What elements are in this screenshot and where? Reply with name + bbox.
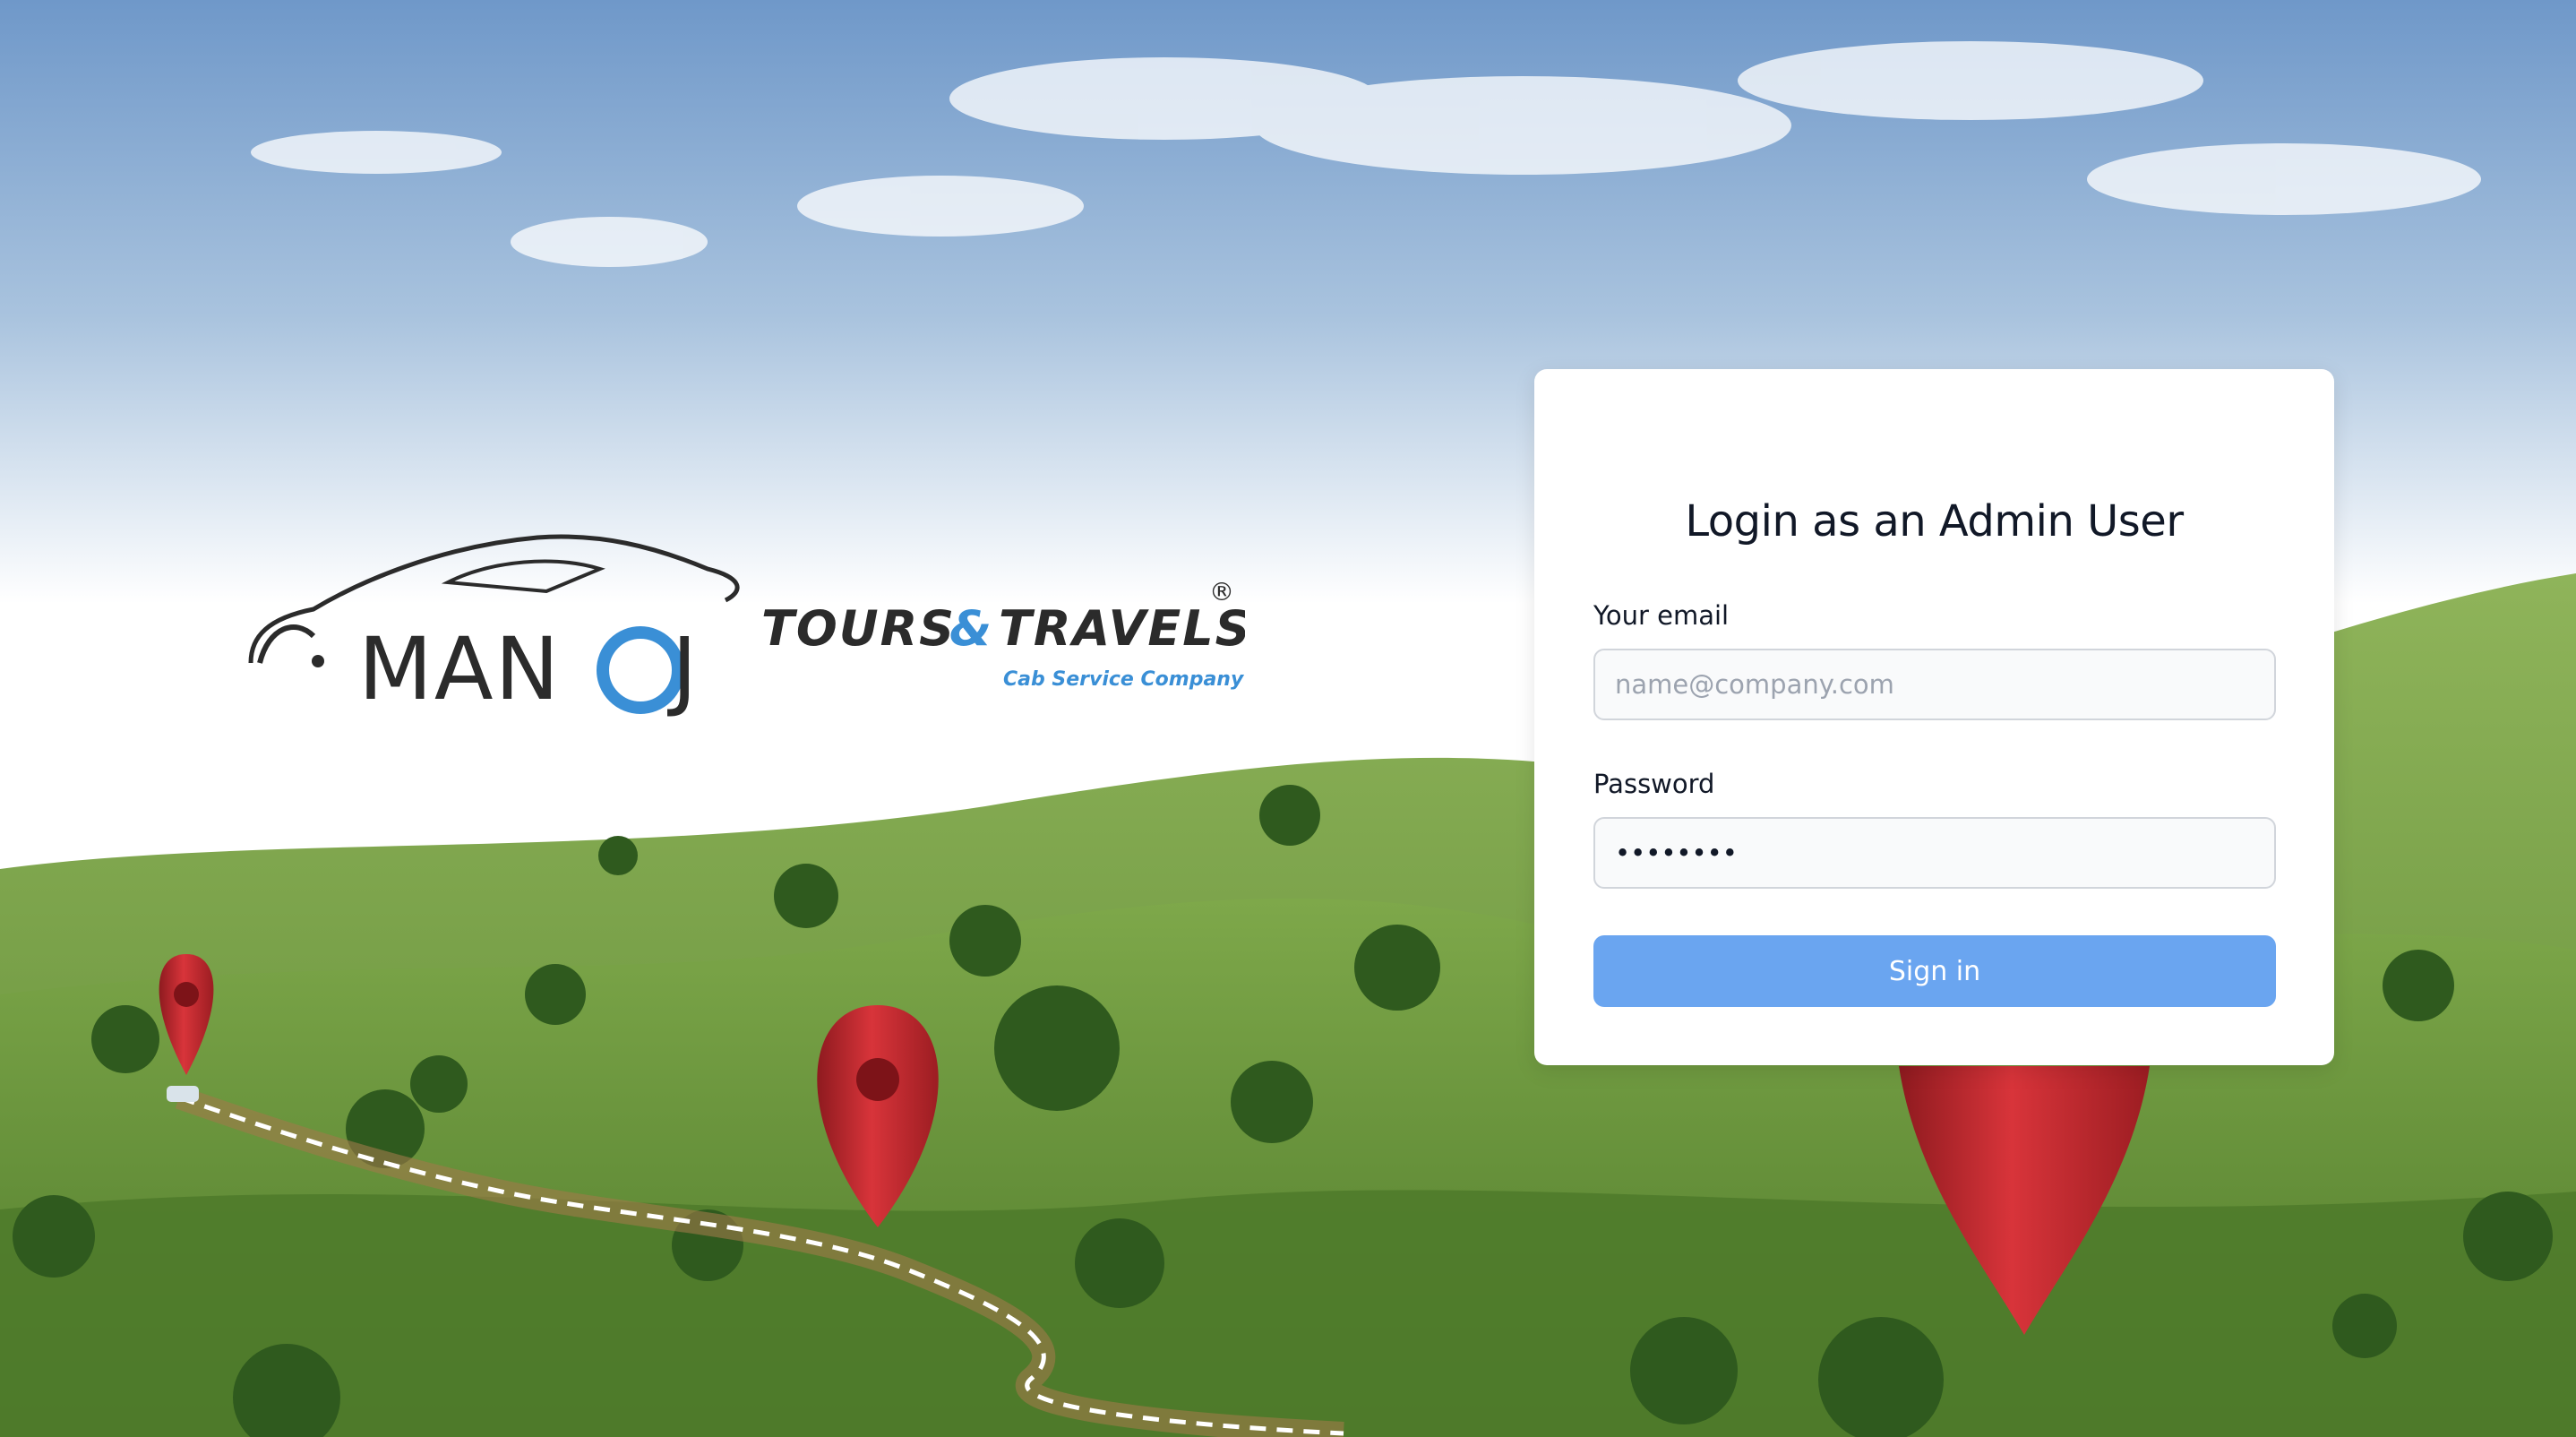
- page-title: Login as an Admin User: [1685, 496, 2184, 546]
- login-card: Login as an Admin User Your email Passwo…: [1534, 369, 2334, 1065]
- email-field[interactable]: [1593, 649, 2276, 720]
- logo-name-left: MAN: [358, 619, 561, 719]
- logo-name-right: J: [667, 619, 699, 719]
- sign-in-button[interactable]: Sign in: [1593, 935, 2276, 1007]
- email-label: Your email: [1593, 600, 1730, 631]
- logo-travels: TRAVELS: [999, 600, 1245, 657]
- company-logo: MAN J TOURS & TRAVELS ® Cab Service Comp…: [248, 534, 1245, 719]
- logo-ampersand: &: [949, 600, 993, 657]
- password-label: Password: [1593, 769, 1715, 799]
- logo-wheel-o: [597, 626, 684, 714]
- logo-registered: ®: [1209, 577, 1234, 607]
- logo-tagline: Cab Service Company: [1003, 668, 1245, 691]
- logo-tours: TOURS: [761, 600, 956, 657]
- password-field[interactable]: [1593, 817, 2276, 889]
